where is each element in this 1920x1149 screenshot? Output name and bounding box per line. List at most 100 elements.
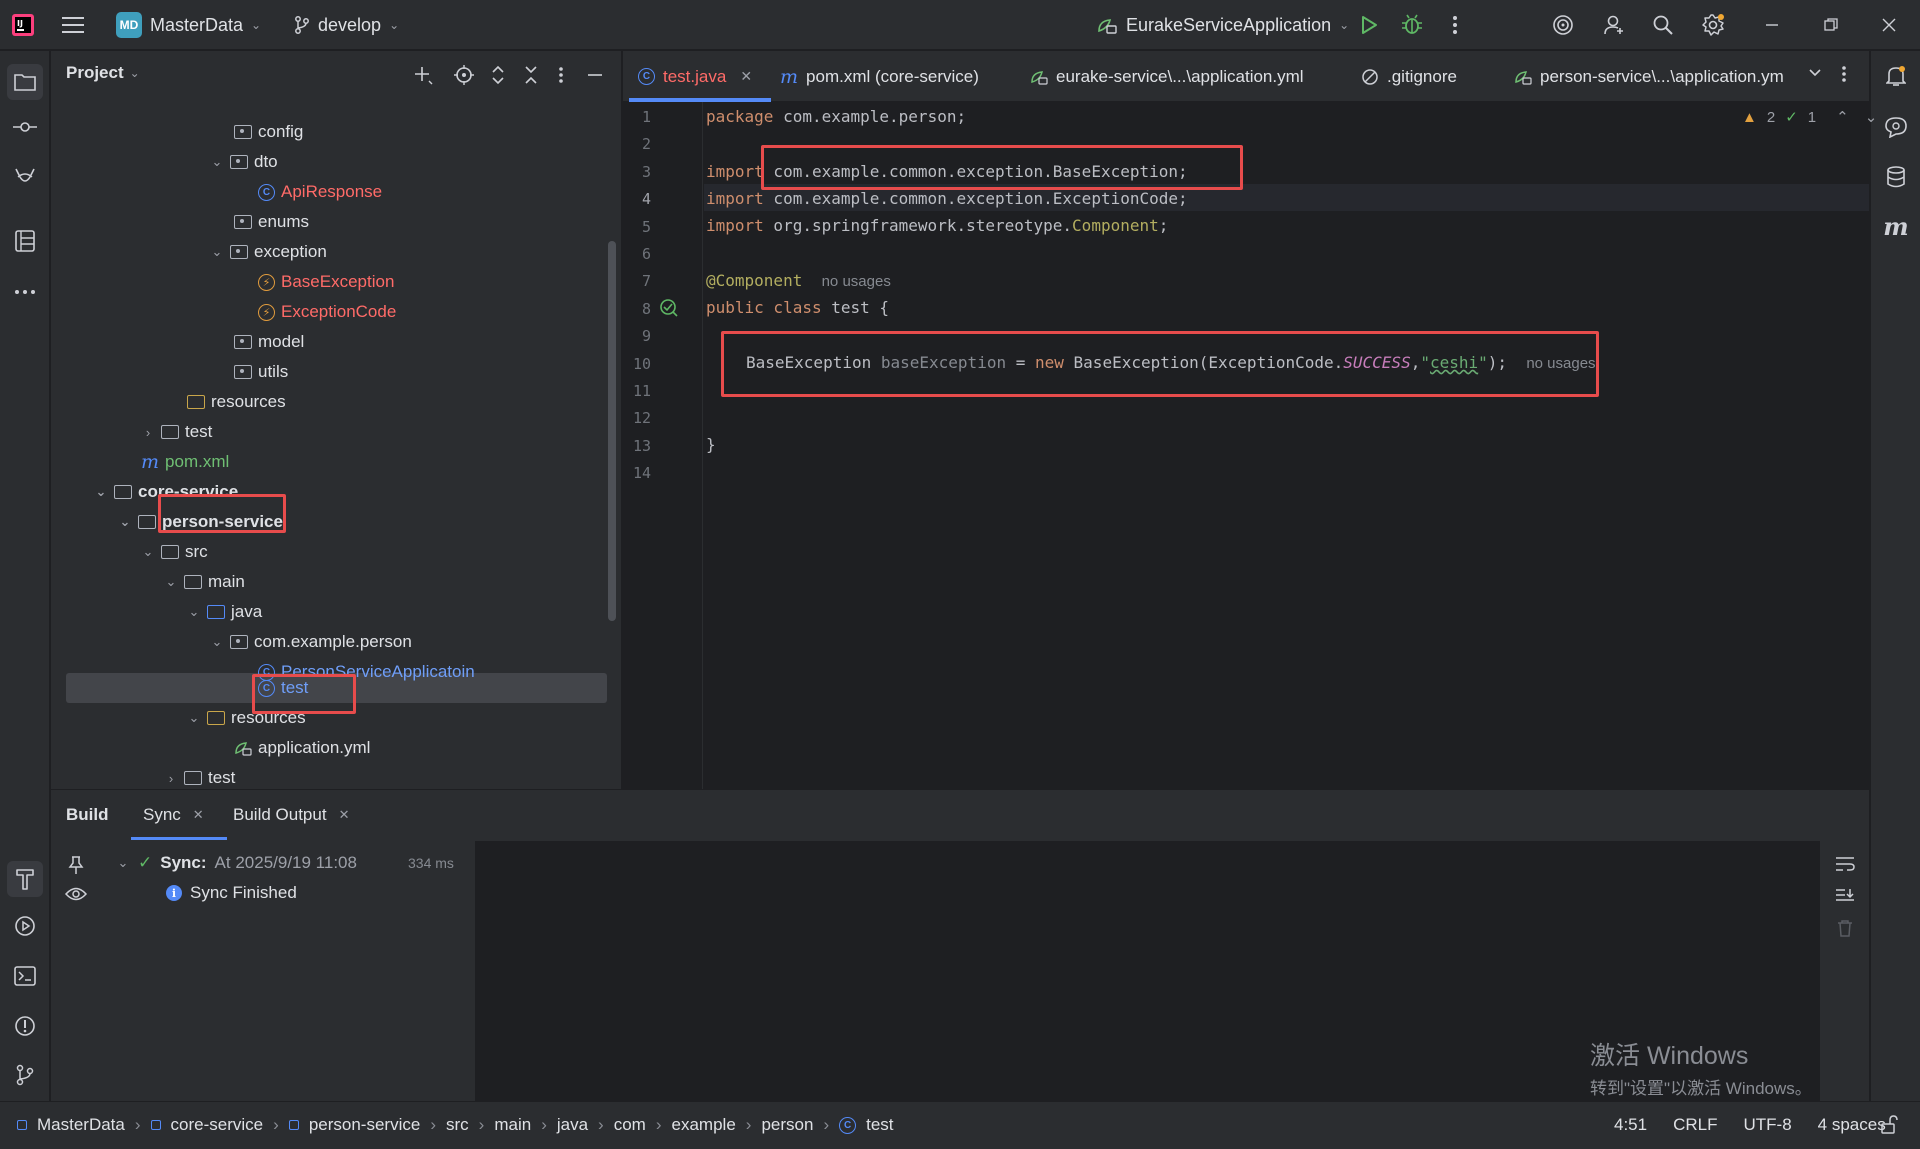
tree-item-baseexception[interactable]: ⚡ BaseException [258,267,394,297]
tab-gitignore[interactable]: .gitignore [1361,51,1457,102]
breadcrumb-item[interactable]: person-service [309,1115,421,1135]
run-icon[interactable] [1356,12,1382,38]
project-panel-title[interactable]: Project ⌄ [66,63,140,83]
tab-person-application-yml[interactable]: person-service\...\application.ym [1514,51,1784,102]
line-number[interactable]: 4 [611,190,651,208]
tab-test-java[interactable]: C test.java ✕ [638,51,752,102]
chevron-down-icon[interactable]: ⌄ [94,484,108,500]
project-folder-icon[interactable] [7,64,43,100]
settings-icon[interactable] [1700,12,1726,38]
clear-trash-icon[interactable] [1836,919,1854,937]
expand-all-icon[interactable] [491,65,505,85]
build-hammer-icon[interactable] [7,861,43,897]
close-tab-icon[interactable]: ✕ [193,807,204,823]
breadcrumb-item[interactable]: core-service [171,1115,264,1135]
chevron-down-icon[interactable]: ⌄ [116,855,130,871]
chevron-down-icon[interactable]: ⌄ [187,710,201,726]
tree-item-application-yml[interactable]: application.yml [234,733,370,763]
hide-panel-icon[interactable] [587,65,603,85]
project-selector[interactable]: MD MasterData ⌄ [116,0,261,50]
breadcrumb-item[interactable]: person [761,1115,813,1135]
tree-item-com-example-person[interactable]: ⌄ com.example.person [210,627,412,657]
close-icon[interactable] [1876,12,1902,38]
tab-build-output[interactable]: Build Output ✕ [233,805,349,825]
tree-item-enums[interactable]: enums [234,207,309,237]
scroll-to-end-icon[interactable] [1835,888,1855,904]
run-config-selector[interactable]: EurakeServiceApplication ⌄ [1096,0,1349,50]
chevron-down-icon[interactable]: ⌄ [164,574,178,590]
tab-pom-xml[interactable]: m pom.xml (core-service) [780,51,979,102]
code-with-me-icon[interactable] [1601,12,1627,38]
breadcrumb-item[interactable]: test [866,1115,893,1135]
line-number[interactable]: 6 [611,245,651,263]
tree-item-src-test[interactable]: › test [164,763,236,793]
intellij-logo-icon[interactable]: IJ [10,12,36,38]
spring-bean-gutter-icon[interactable] [659,298,679,318]
tab-sync[interactable]: Sync ✕ [143,805,204,825]
caret-position[interactable]: 4:51 [1614,1115,1647,1135]
soft-wrap-icon[interactable] [1835,856,1855,872]
breadcrumb-item[interactable]: example [672,1115,736,1135]
eye-icon[interactable] [65,886,87,902]
minimize-icon[interactable] [1759,12,1785,38]
tab-options-icon[interactable] [1841,65,1847,83]
breadcrumb-item[interactable]: main [494,1115,531,1135]
line-number[interactable]: 3 [611,163,651,181]
git-icon[interactable] [12,1062,38,1088]
tree-item-utils[interactable]: utils [234,357,288,387]
breadcrumb-item[interactable]: java [557,1115,588,1135]
tree-item-resources[interactable]: resources [187,387,286,417]
line-number[interactable]: 5 [611,218,651,236]
problems-icon[interactable] [12,1013,38,1039]
tree-item-pom[interactable]: m pom.xml [141,447,229,477]
line-number[interactable]: 14 [611,464,651,482]
ai-chat-icon[interactable] [1883,114,1909,140]
tree-item-model[interactable]: model [234,327,304,357]
tab-eurake-application-yml[interactable]: eurake-service\...\application.yml [1030,51,1304,102]
restore-icon[interactable] [1818,12,1844,38]
locate-icon[interactable] [454,65,474,85]
debug-icon[interactable] [1399,12,1425,38]
tree-item-test-folder[interactable]: › test [141,417,213,447]
tree-item-exceptioncode[interactable]: ⚡ ExceptionCode [258,297,396,327]
chevron-down-icon[interactable]: ⌄ [1865,108,1878,126]
sync-finished-item[interactable]: i Sync Finished [166,883,297,903]
tree-item-exception[interactable]: ⌄ exception [210,237,327,267]
options-icon[interactable] [558,65,564,85]
chevron-down-icon[interactable]: ⌄ [141,544,155,560]
tree-item-dto[interactable]: ⌄ dto [210,147,278,177]
build-console[interactable]: 激活 Windows 转到"设置"以激活 Windows。 [475,841,1820,1101]
chevron-right-icon[interactable]: › [164,771,178,786]
line-number[interactable]: 12 [611,409,651,427]
search-icon[interactable] [1650,12,1676,38]
main-menu-icon[interactable] [60,12,86,38]
chevron-down-icon[interactable]: ⌄ [187,604,201,620]
chevron-down-icon[interactable]: ⌄ [210,244,224,260]
terminal-icon[interactable] [12,963,38,989]
line-separator[interactable]: CRLF [1673,1115,1717,1135]
maven-icon[interactable]: m [1883,212,1909,241]
project-scrollbar[interactable] [608,241,616,621]
indent-setting[interactable]: 4 spaces [1818,1115,1886,1135]
add-icon[interactable] [413,65,433,85]
line-number[interactable]: 11 [611,382,651,400]
collapse-all-icon[interactable] [524,65,538,85]
file-encoding[interactable]: UTF-8 [1744,1115,1792,1135]
chevron-right-icon[interactable]: › [141,425,155,440]
chevron-down-icon[interactable]: ⌄ [118,514,132,530]
database-icon[interactable] [1883,164,1909,190]
inspection-widget[interactable]: ▲ 2 ✓ 1 ⌃ ⌄ [1742,108,1878,127]
line-number[interactable]: 2 [611,135,651,153]
line-number[interactable]: 1 [611,108,651,126]
chevron-down-icon[interactable]: ⌄ [210,154,224,170]
line-number[interactable]: 10 [611,355,651,373]
tree-item-main[interactable]: ⌄ main [164,567,245,597]
ai-assistant-icon[interactable] [1550,12,1576,38]
close-tab-icon[interactable]: ✕ [740,68,752,85]
run-services-icon[interactable] [12,913,38,939]
close-tab-icon[interactable]: ✕ [339,807,350,823]
breadcrumb-item[interactable]: com [614,1115,646,1135]
branch-selector[interactable]: develop ⌄ [294,0,399,50]
line-number[interactable]: 8 [611,300,651,318]
commit-icon[interactable] [12,114,38,140]
